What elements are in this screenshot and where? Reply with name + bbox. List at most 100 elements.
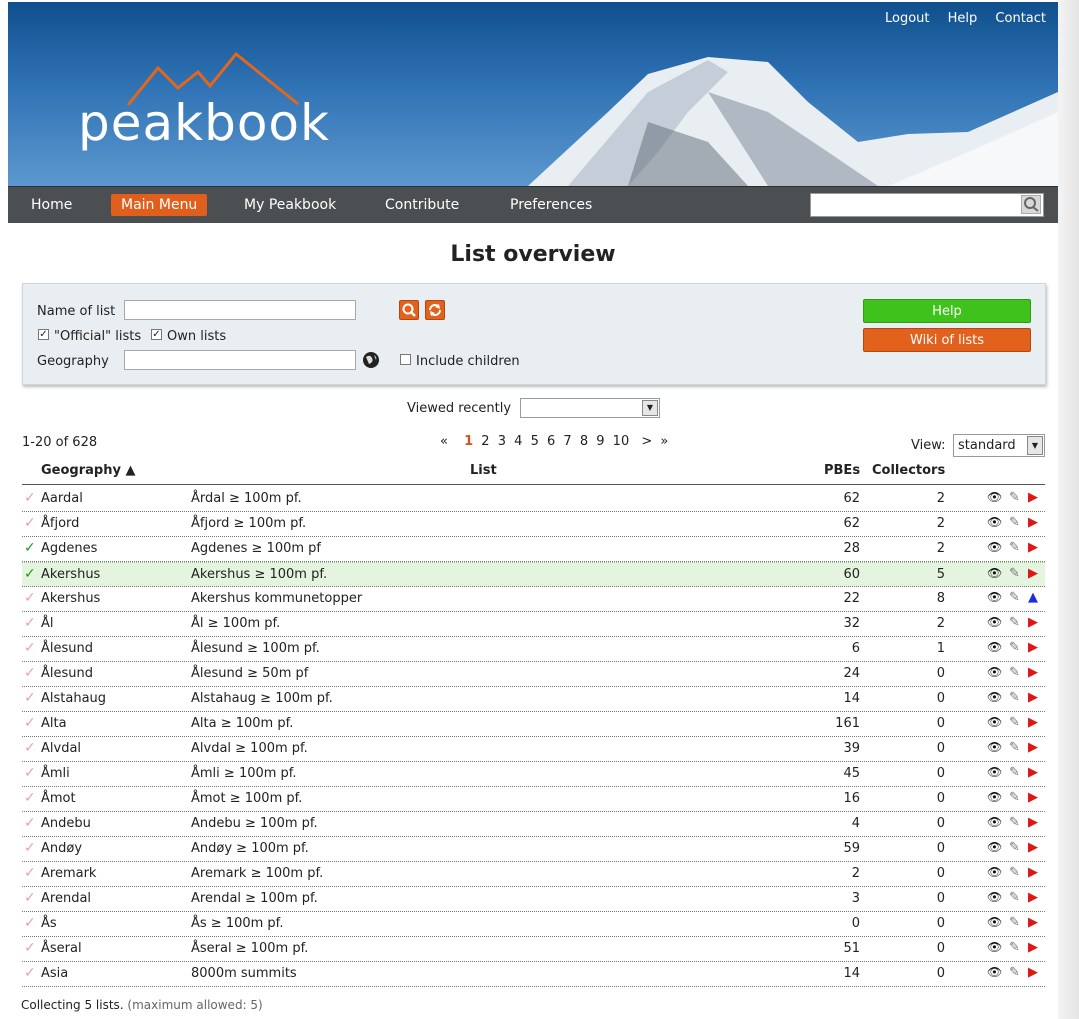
geography-cell[interactable]: Aremark (41, 866, 96, 881)
globe-icon[interactable] (362, 351, 380, 369)
table-row[interactable]: ✓ Åmot Åmot ≥ 100m pf. 16 0 👁 ✎ ▶ (22, 787, 1045, 812)
list-name-cell[interactable]: Ås ≥ 100m pf. (191, 916, 283, 931)
pin-icon[interactable]: ✎ (1009, 566, 1020, 581)
table-row[interactable]: ✓ Asia 8000m summits 14 0 👁 ✎ ▶ (22, 962, 1045, 987)
pin-icon[interactable]: ✎ (1009, 890, 1020, 905)
pin-icon[interactable]: ✎ (1009, 815, 1020, 830)
nav-contribute[interactable]: Contribute (375, 194, 469, 216)
table-row[interactable]: ✓ Alta Alta ≥ 100m pf. 161 0 👁 ✎ ▶ (22, 712, 1045, 737)
eye-icon[interactable]: 👁 (987, 815, 1002, 829)
eye-icon[interactable]: 👁 (987, 790, 1002, 804)
table-row[interactable]: ✓ Aardal Årdal ≥ 100m pf. 62 2 👁 ✎ ▶ (22, 487, 1045, 512)
pin-icon[interactable]: ✎ (1009, 740, 1020, 755)
list-name-cell[interactable]: Aremark ≥ 100m pf. (191, 866, 323, 881)
table-row[interactable]: ✓ Ås Ås ≥ 100m pf. 0 0 👁 ✎ ▶ (22, 912, 1045, 937)
eye-icon[interactable]: 👁 (987, 865, 1002, 879)
page-3[interactable]: 3 (498, 434, 506, 449)
geography-cell[interactable]: Agdenes (41, 541, 97, 556)
table-row[interactable]: ✓ Agdenes Agdenes ≥ 100m pf 28 2 👁 ✎ ▶ (22, 537, 1045, 562)
play-arrow-icon[interactable]: ▶ (1028, 890, 1038, 905)
nav-search-input[interactable] (810, 193, 1044, 217)
pin-icon[interactable]: ✎ (1009, 690, 1020, 705)
page-6[interactable]: 6 (547, 434, 555, 449)
eye-icon[interactable]: 👁 (987, 715, 1002, 729)
geography-cell[interactable]: Asia (41, 966, 68, 981)
list-name-cell[interactable]: Ålesund ≥ 50m pf (191, 666, 308, 681)
pin-icon[interactable]: ✎ (1009, 540, 1020, 555)
eye-icon[interactable]: 👁 (987, 640, 1002, 654)
pbes-column-header[interactable]: PBEs (824, 463, 860, 478)
pin-icon[interactable]: ✎ (1009, 840, 1020, 855)
play-arrow-icon[interactable]: ▶ (1028, 640, 1038, 655)
pin-icon[interactable]: ✎ (1009, 490, 1020, 505)
own-lists-checkbox[interactable]: ✓ (151, 329, 162, 340)
eye-icon[interactable]: 👁 (987, 590, 1002, 604)
geography-cell[interactable]: Åmli (41, 766, 70, 781)
page-9[interactable]: 9 (596, 434, 604, 449)
geography-column-header[interactable]: Geography ▲ (41, 463, 135, 478)
pin-icon[interactable]: ✎ (1009, 640, 1020, 655)
list-name-cell[interactable]: Årdal ≥ 100m pf. (191, 491, 302, 506)
geography-cell[interactable]: Ålesund (41, 641, 93, 656)
eye-icon[interactable]: 👁 (987, 690, 1002, 704)
play-arrow-icon[interactable]: ▶ (1028, 765, 1038, 780)
list-name-cell[interactable]: Akershus ≥ 100m pf. (191, 567, 327, 582)
eye-icon[interactable]: 👁 (987, 915, 1002, 929)
logout-link[interactable]: Logout (885, 11, 930, 26)
play-arrow-icon[interactable]: ▶ (1028, 940, 1038, 955)
contact-link[interactable]: Contact (995, 11, 1046, 26)
pin-icon[interactable]: ✎ (1009, 915, 1020, 930)
list-name-cell[interactable]: Ål ≥ 100m pf. (191, 616, 280, 631)
eye-icon[interactable]: 👁 (987, 615, 1002, 629)
play-arrow-icon[interactable]: ▶ (1028, 915, 1038, 930)
pin-icon[interactable]: ✎ (1009, 590, 1020, 605)
pin-icon[interactable]: ✎ (1009, 790, 1020, 805)
page-5[interactable]: 5 (531, 434, 539, 449)
eye-icon[interactable]: 👁 (987, 940, 1002, 954)
table-row[interactable]: ✓ Åseral Åseral ≥ 100m pf. 51 0 👁 ✎ ▶ (22, 937, 1045, 962)
page-4[interactable]: 4 (514, 434, 522, 449)
viewed-recently-select[interactable]: ▼ (520, 398, 660, 418)
play-arrow-icon[interactable]: ▶ (1028, 740, 1038, 755)
geography-cell[interactable]: Akershus (41, 591, 100, 606)
pin-icon[interactable]: ✎ (1009, 765, 1020, 780)
official-lists-checkbox[interactable]: ✓ (38, 329, 49, 340)
geography-cell[interactable]: Åfjord (41, 516, 79, 531)
geography-cell[interactable]: Åseral (41, 941, 82, 956)
pin-icon[interactable]: ✎ (1009, 515, 1020, 530)
geography-cell[interactable]: Andebu (41, 816, 91, 831)
table-row[interactable]: ✓ Aremark Aremark ≥ 100m pf. 2 0 👁 ✎ ▶ (22, 862, 1045, 887)
list-name-cell[interactable]: Ålesund ≥ 100m pf. (191, 641, 320, 656)
eye-icon[interactable]: 👁 (987, 515, 1002, 529)
page-last[interactable]: » (660, 434, 668, 449)
pin-icon[interactable]: ✎ (1009, 865, 1020, 880)
eye-icon[interactable]: 👁 (987, 765, 1002, 779)
search-icon[interactable] (1021, 195, 1041, 214)
help-link[interactable]: Help (948, 11, 978, 26)
pin-icon[interactable]: ✎ (1009, 715, 1020, 730)
view-select[interactable]: standard ▼ (953, 434, 1045, 457)
eye-icon[interactable]: 👁 (987, 890, 1002, 904)
table-row[interactable]: ✓ Alvdal Alvdal ≥ 100m pf. 39 0 👁 ✎ ▶ (22, 737, 1045, 762)
eye-icon[interactable]: 👁 (987, 566, 1002, 580)
geography-cell[interactable]: Aardal (41, 491, 83, 506)
table-row[interactable]: ✓ Ål Ål ≥ 100m pf. 32 2 👁 ✎ ▶ (22, 612, 1045, 637)
nav-preferences[interactable]: Preferences (500, 194, 602, 216)
eye-icon[interactable]: 👁 (987, 540, 1002, 554)
list-name-cell[interactable]: Andøy ≥ 100m pf. (191, 841, 309, 856)
list-name-cell[interactable]: Arendal ≥ 100m pf. (191, 891, 318, 906)
page-first[interactable]: « (440, 434, 448, 449)
play-arrow-icon[interactable]: ▶ (1028, 490, 1038, 505)
page-10[interactable]: 10 (613, 434, 630, 449)
geography-cell[interactable]: Ålesund (41, 666, 93, 681)
table-row[interactable]: ✓ Ålesund Ålesund ≥ 50m pf 24 0 👁 ✎ ▶ (22, 662, 1045, 687)
eye-icon[interactable]: 👁 (987, 965, 1002, 979)
geography-cell[interactable]: Alvdal (41, 741, 81, 756)
nav-main-menu[interactable]: Main Menu (111, 194, 208, 216)
geography-cell[interactable]: Ål (41, 616, 54, 631)
geography-input[interactable] (124, 350, 356, 370)
play-arrow-icon[interactable]: ▶ (1028, 540, 1038, 555)
table-row[interactable]: ✓ Alstahaug Alstahaug ≥ 100m pf. 14 0 👁 ✎ ▶ (22, 687, 1045, 712)
list-name-cell[interactable]: 8000m summits (191, 966, 297, 981)
table-row[interactable]: ✓ Akershus Akershus kommunetopper 22 8 👁 ✎ ▲ (22, 587, 1045, 612)
